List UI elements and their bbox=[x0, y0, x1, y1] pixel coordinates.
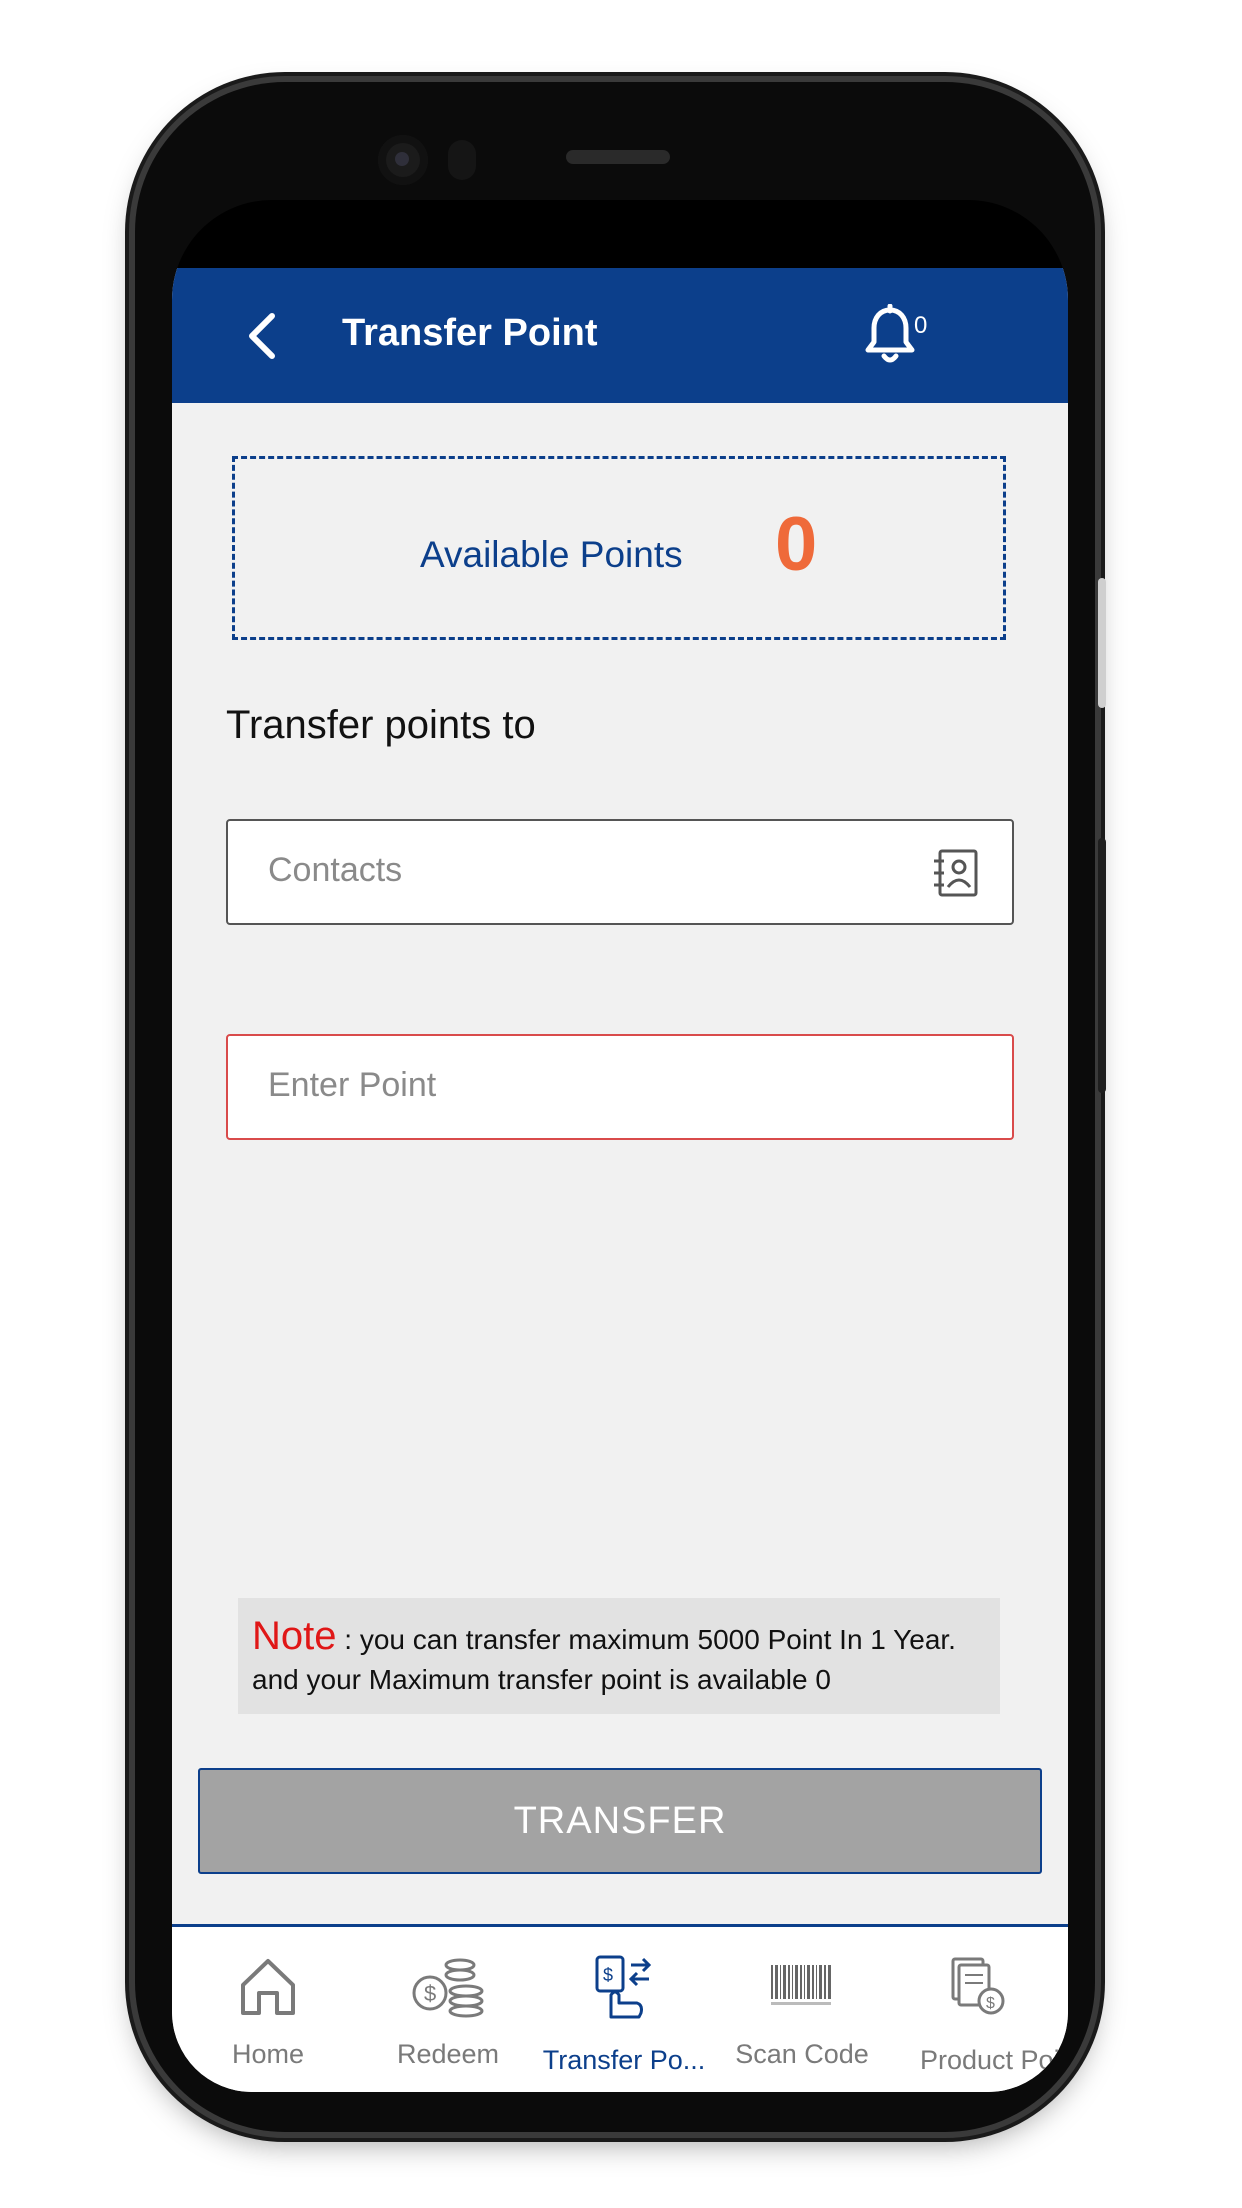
back-button[interactable] bbox=[232, 306, 292, 366]
contacts-field[interactable]: Contacts bbox=[226, 819, 1014, 925]
top-app-bar: Transfer Point 0 bbox=[172, 268, 1068, 403]
tab-product-points[interactable]: $ Product Poi bbox=[888, 1927, 1068, 2092]
svg-text:$: $ bbox=[986, 1995, 995, 2012]
transfer-icon: $ bbox=[595, 1955, 652, 2019]
enter-point-field[interactable]: Enter Point bbox=[226, 1034, 1014, 1140]
contacts-placeholder: Contacts bbox=[268, 851, 403, 889]
contact-book-icon[interactable] bbox=[930, 847, 982, 899]
tab-home[interactable]: Home bbox=[178, 1927, 358, 2092]
transfer-button[interactable]: TRANSFER bbox=[198, 1768, 1042, 1874]
page-title: Transfer Point bbox=[342, 312, 598, 354]
tab-home-label: Home bbox=[231, 2039, 305, 2069]
barcode-icon bbox=[771, 1965, 831, 2005]
tab-transfer-points-label: Transfer Po... bbox=[542, 2045, 706, 2075]
svg-text:$: $ bbox=[603, 1965, 613, 1985]
tab-product-points-label: Product Poi bbox=[920, 2045, 1060, 2075]
enter-point-placeholder: Enter Point bbox=[268, 1066, 437, 1104]
front-camera bbox=[378, 135, 428, 185]
home-icon bbox=[241, 1959, 295, 2015]
notification-count-badge: 0 bbox=[914, 312, 928, 339]
available-points-label: Available Points bbox=[420, 534, 683, 575]
product-points-icon: $ bbox=[951, 1957, 1005, 2015]
available-points-value: 0 bbox=[775, 502, 818, 587]
tab-scan-code[interactable]: Scan Code bbox=[712, 1927, 892, 2092]
bottom-navigation: Home $ Redeem $ Transfer Po... Scan Code… bbox=[172, 1924, 1068, 2092]
earpiece-speaker bbox=[566, 150, 670, 164]
app-view: Transfer Point 0 Available Points 0 Tran… bbox=[172, 268, 1068, 2092]
volume-button bbox=[1098, 578, 1106, 708]
note-label: Note bbox=[252, 1614, 337, 1658]
tab-redeem-label: Redeem bbox=[396, 2039, 500, 2069]
svg-text:$: $ bbox=[424, 1981, 436, 2006]
camera-sensor bbox=[448, 140, 476, 180]
transfer-note: Note : you can transfer maximum 5000 Poi… bbox=[238, 1598, 1000, 1714]
tab-transfer-points[interactable]: $ Transfer Po... bbox=[534, 1927, 714, 2092]
coins-icon: $ bbox=[412, 1958, 484, 2018]
phone-screen: Transfer Point 0 Available Points 0 Tran… bbox=[172, 200, 1068, 2092]
notifications-button[interactable] bbox=[862, 303, 922, 368]
transfer-to-label: Transfer points to bbox=[226, 703, 536, 747]
note-text: : you can transfer maximum 5000 Point In… bbox=[252, 1624, 956, 1695]
tab-redeem[interactable]: $ Redeem bbox=[358, 1927, 538, 2092]
available-points-card: Available Points 0 bbox=[232, 456, 1006, 640]
power-button bbox=[1098, 838, 1106, 1093]
bell-icon bbox=[865, 303, 915, 363]
chevron-left-icon bbox=[249, 313, 275, 359]
tab-scan-code-label: Scan Code bbox=[735, 2039, 869, 2069]
